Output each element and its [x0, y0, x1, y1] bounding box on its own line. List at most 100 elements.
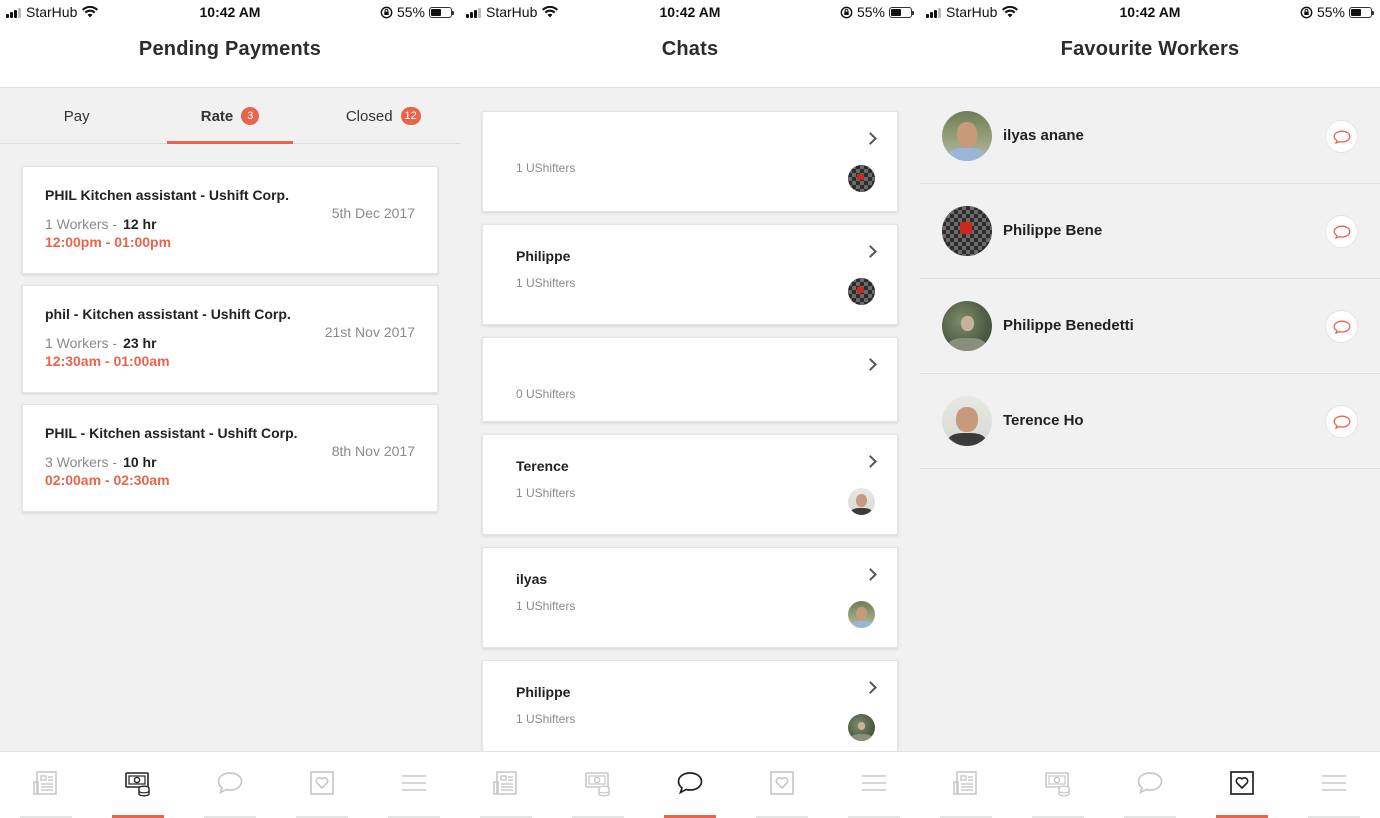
workers-count: 1 Workers - — [45, 216, 118, 232]
page-title: Chats — [661, 38, 719, 60]
worker-row[interactable]: ilyas anane — [920, 89, 1380, 184]
payment-card[interactable]: phil - Kitchen assistant - Ushift Corp. … — [22, 285, 438, 393]
chat-item[interactable]: Philippe 1 UShifters — [482, 660, 898, 761]
ushifters-count: 1 UShifters — [516, 712, 576, 726]
chat-icon — [217, 772, 243, 795]
chat-bubble-button[interactable] — [1325, 310, 1358, 343]
philippe-benedetti-photo — [942, 301, 992, 351]
checker-icon — [942, 206, 992, 256]
nav-favourite[interactable] — [276, 752, 368, 818]
chat-name: Philippe — [516, 684, 571, 700]
tab-rate[interactable]: Rate 3 — [153, 89, 306, 144]
shift-time: 02:00am - 02:30am — [45, 472, 170, 488]
ushifters-count: 0 UShifters — [516, 387, 576, 401]
workers-count: 3 Workers - — [45, 454, 118, 470]
avatar — [942, 301, 992, 351]
chats-screen: StarHub 10:42 AM 55% Chats 1 UShifters P… — [460, 0, 920, 818]
chat-item[interactable]: Philippe 1 UShifters — [482, 224, 898, 325]
payment-card[interactable]: PHIL - Kitchen assistant - Ushift Corp. … — [22, 404, 438, 512]
worker-row[interactable]: Terence Ho — [920, 374, 1380, 469]
job-title: phil - Kitchen assistant - Ushift Corp. — [45, 306, 291, 322]
philippe-benedetti-photo — [848, 714, 875, 741]
worker-row[interactable]: Philippe Bene — [920, 184, 1380, 279]
battery-icon — [429, 6, 454, 18]
nav-payments[interactable] — [92, 752, 184, 818]
chevron-right-icon — [864, 455, 877, 468]
worker-row[interactable]: Philippe Benedetti — [920, 279, 1380, 374]
status-bar: StarHub 10:42 AM 55% — [0, 0, 460, 24]
chat-name: Terence — [516, 458, 569, 474]
chat-icon — [1137, 772, 1163, 795]
rotation-lock-icon — [1300, 6, 1313, 18]
battery-icon — [1349, 6, 1374, 18]
terence-photo — [848, 488, 875, 515]
checker-icon — [848, 278, 875, 305]
ushifters-count: 1 UShifters — [516, 161, 576, 175]
pending-payments-screen: StarHub 10:42 AM 55% Pending Payments Pa… — [0, 0, 460, 818]
nav-payments[interactable] — [1012, 752, 1104, 818]
favourite-icon — [310, 771, 334, 795]
job-date: 5th Dec 2017 — [331, 205, 415, 221]
nav-favourite[interactable] — [1196, 752, 1288, 818]
worker-name: ilyas anane — [1003, 127, 1084, 144]
battery-percent: 55% — [1316, 4, 1345, 20]
favourite-workers-screen: StarHub 10:42 AM 55% Favourite Workers i… — [920, 0, 1380, 818]
chat-item[interactable]: Terence 1 UShifters — [482, 434, 898, 535]
terence-photo — [942, 396, 992, 446]
nav-menu[interactable] — [1288, 752, 1380, 818]
jobs-list-icon — [33, 771, 57, 795]
chat-bubble-button[interactable] — [1325, 215, 1358, 248]
avatar — [942, 396, 992, 446]
nav-menu[interactable] — [828, 752, 920, 818]
battery-icon — [889, 6, 914, 18]
header: StarHub 10:42 AM 55% Chats — [460, 0, 920, 88]
tab-label: Rate — [200, 107, 234, 125]
payment-card[interactable]: PHIL Kitchen assistant - Ushift Corp. 1 … — [22, 166, 438, 274]
tab-closed[interactable]: Closed 12 — [307, 89, 460, 143]
tab-label: Closed — [345, 107, 393, 125]
chevron-right-icon — [864, 358, 877, 371]
workers-count: 1 Workers - — [45, 335, 118, 351]
nav-jobs-list[interactable] — [920, 752, 1012, 818]
chat-bubble-button[interactable] — [1325, 120, 1358, 153]
chat-name: Philippe — [516, 248, 571, 264]
chat-bubble-icon — [1333, 130, 1350, 144]
nav-chat[interactable] — [644, 752, 736, 818]
nav-chat[interactable] — [1104, 752, 1196, 818]
bottom-tab-bar — [920, 751, 1380, 818]
chat-item[interactable]: 1 UShifters — [482, 111, 898, 212]
chat-name: ilyas — [516, 571, 548, 587]
header: StarHub 10:42 AM 55% Favourite Workers — [920, 0, 1380, 88]
nav-favourite[interactable] — [736, 752, 828, 818]
job-title: PHIL Kitchen assistant - Ushift Corp. — [45, 187, 289, 203]
rotation-lock-icon — [380, 6, 393, 18]
nav-menu[interactable] — [368, 752, 460, 818]
payment-tabs: Pay Rate 3 Closed 12 — [0, 89, 460, 144]
avatar — [942, 111, 992, 161]
chat-item[interactable]: 0 UShifters — [482, 337, 898, 422]
avatar — [848, 488, 875, 515]
nav-chat[interactable] — [184, 752, 276, 818]
page-title: Favourite Workers — [1060, 38, 1240, 60]
count-badge: 12 — [400, 107, 421, 125]
worker-name: Philippe Benedetti — [1003, 317, 1134, 334]
nav-jobs-list[interactable] — [460, 752, 552, 818]
hours-total: 12 hr — [123, 216, 157, 232]
nav-payments[interactable] — [552, 752, 644, 818]
payments-icon — [125, 772, 150, 797]
chat-item[interactable]: ilyas 1 UShifters — [482, 547, 898, 648]
chevron-right-icon — [864, 568, 877, 581]
ushifters-count: 1 UShifters — [516, 276, 576, 290]
bottom-tab-bar — [0, 751, 460, 818]
chat-bubble-button[interactable] — [1325, 405, 1358, 438]
favourite-icon — [770, 771, 794, 795]
menu-icon — [862, 775, 886, 791]
nav-jobs-list[interactable] — [0, 752, 92, 818]
hours-total: 10 hr — [123, 454, 157, 470]
jobs-list-icon — [493, 771, 517, 795]
ilyas-photo — [848, 601, 875, 628]
chat-bubble-icon — [1333, 415, 1350, 429]
header: StarHub 10:42 AM 55% Pending Payments — [0, 0, 460, 88]
tab-pay[interactable]: Pay — [0, 89, 153, 143]
avatar — [848, 714, 875, 741]
